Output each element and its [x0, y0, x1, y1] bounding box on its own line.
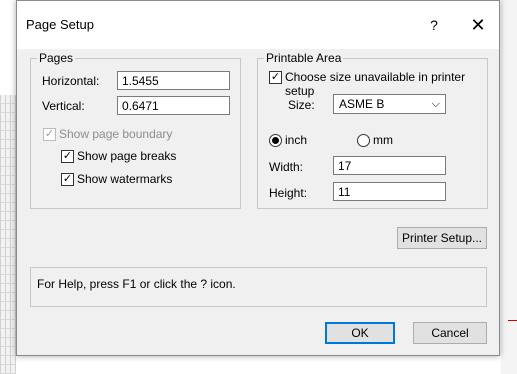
- status-text: For Help, press F1 or click the ? icon.: [37, 277, 236, 291]
- cancel-button[interactable]: Cancel: [413, 322, 487, 344]
- width-label: Width:: [269, 160, 304, 174]
- height-input[interactable]: [333, 182, 446, 201]
- mm-radio[interactable]: [357, 134, 370, 147]
- page-setup-dialog: Page Setup ? ✕ Pages Horizontal: Vertica…: [16, 0, 500, 356]
- show-page-breaks-checkbox[interactable]: ✓: [61, 150, 74, 163]
- horizontal-label: Horizontal:: [42, 74, 100, 88]
- vertical-label: Vertical:: [42, 99, 85, 113]
- pages-group: Pages Horizontal: Vertical: ✓ Show page …: [30, 51, 241, 209]
- size-label: Size:: [288, 98, 315, 112]
- width-input[interactable]: [333, 156, 446, 175]
- vertical-input[interactable]: [117, 96, 230, 115]
- background-app-ruler: [0, 95, 16, 374]
- inch-label: inch: [285, 133, 308, 147]
- pages-legend: Pages: [37, 51, 76, 65]
- show-page-boundary-label: Show page boundary: [59, 127, 173, 141]
- printer-setup-button[interactable]: Printer Setup...: [397, 227, 487, 249]
- height-label: Height:: [269, 186, 308, 200]
- chevron-down-icon: ⌵: [431, 98, 440, 110]
- show-page-breaks-label: Show page breaks: [77, 149, 177, 163]
- size-select-value: ASME B: [339, 97, 385, 111]
- background-app-mark: [508, 320, 517, 321]
- status-bar: For Help, press F1 or click the ? icon.: [30, 267, 487, 307]
- background-app-area: [501, 0, 517, 374]
- dialog-title: Page Setup: [26, 17, 94, 32]
- show-page-boundary-checkbox[interactable]: ✓: [43, 128, 56, 141]
- title-bar: Page Setup ? ✕: [17, 1, 499, 49]
- horizontal-input[interactable]: [117, 71, 230, 90]
- inch-radio[interactable]: [269, 134, 282, 147]
- radio-selected-dot: [272, 137, 279, 144]
- size-select[interactable]: ASME B ⌵: [333, 94, 446, 114]
- help-icon[interactable]: ?: [421, 13, 447, 37]
- show-watermarks-checkbox[interactable]: ✓: [61, 173, 74, 186]
- mm-label: mm: [373, 133, 393, 147]
- printable-area-legend: Printable Area: [264, 51, 344, 65]
- show-watermarks-label: Show watermarks: [77, 172, 173, 186]
- close-icon[interactable]: ✕: [463, 11, 493, 39]
- ok-button[interactable]: OK: [325, 322, 395, 344]
- choose-size-checkbox[interactable]: ✓: [269, 71, 282, 84]
- printable-area-group: Printable Area ✓ Choose size unavailable…: [257, 51, 488, 209]
